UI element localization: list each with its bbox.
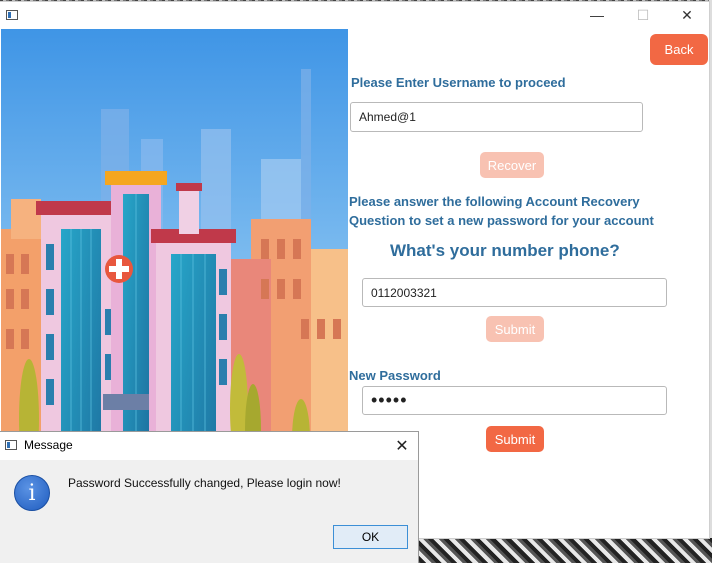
ok-button[interactable]: OK: [333, 525, 408, 549]
submit-password-button[interactable]: Submit: [486, 426, 544, 452]
close-button[interactable]: ✕: [664, 2, 710, 28]
submit-answer-button[interactable]: Submit: [486, 316, 544, 342]
security-answer-input[interactable]: 0112003321: [362, 278, 667, 307]
new-password-input[interactable]: •••••: [362, 386, 667, 415]
info-icon: i: [14, 475, 50, 511]
dialog-close-button[interactable]: ✕: [388, 434, 416, 458]
recovery-instruction-line-1: Please answer the following Account Reco…: [349, 194, 640, 209]
dialog-titlebar[interactable]: Message ✕: [0, 432, 418, 460]
maximize-button[interactable]: ☐: [620, 2, 666, 28]
dialog-message: Password Successfully changed, Please lo…: [68, 476, 341, 490]
recover-button[interactable]: Recover: [480, 152, 544, 178]
window-titlebar[interactable]: — ☐ ✕: [0, 2, 709, 28]
app-window-icon: [6, 10, 18, 20]
new-password-label: New Password: [349, 368, 441, 383]
desktop-background-pattern: [405, 538, 712, 563]
username-prompt-label: Please Enter Username to proceed: [351, 75, 566, 90]
minimize-button[interactable]: —: [574, 2, 620, 28]
back-button[interactable]: Back: [650, 34, 708, 65]
security-question: What's your number phone?: [390, 241, 620, 260]
username-input[interactable]: Ahmed@1: [350, 102, 643, 132]
dialog-title: Message: [24, 438, 73, 452]
dialog-window-icon: [5, 440, 17, 450]
recovery-instruction-line-2: Question to set a new password for your …: [349, 213, 654, 228]
